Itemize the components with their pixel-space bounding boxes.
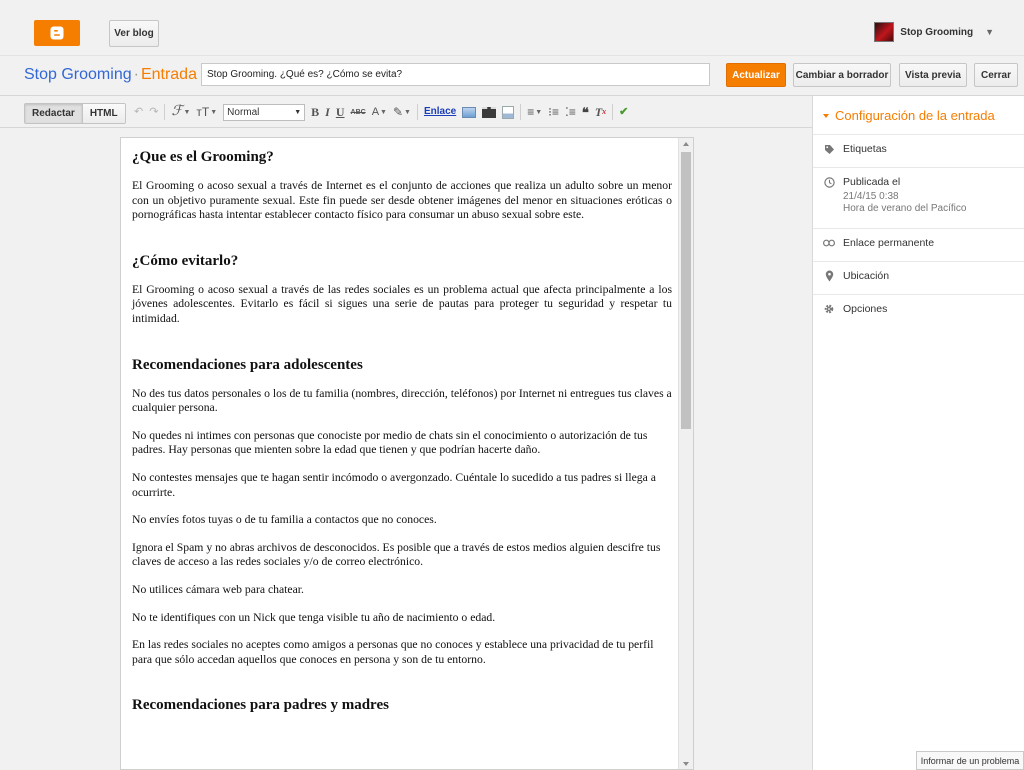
sidebar-item-label: Etiquetas [843,143,887,155]
underline-icon[interactable]: U [336,106,345,118]
heading-how-to-avoid: ¿Cómo evitarlo? [132,252,239,269]
heading-what-is-grooming: ¿Que es el Grooming? [132,149,274,165]
insert-link-button[interactable]: Enlace [424,107,456,117]
blogger-logo-button[interactable] [34,20,80,46]
align-icon[interactable]: ≡ ▼ [527,106,542,118]
blogger-logo-icon [50,26,64,40]
clock-icon [823,176,835,188]
update-button[interactable]: Actualizar [726,63,786,87]
paragraph: El Grooming o acoso sexual a través de l… [132,282,672,325]
top-bar: Ver blog Stop Grooming ▼ [0,0,1024,56]
italic-icon[interactable]: I [325,106,330,118]
view-blog-button[interactable]: Ver blog [109,20,159,47]
insert-image-icon[interactable] [462,106,477,118]
label-tag-icon [823,143,835,155]
published-date: 21/4/15 0:38 [843,191,899,202]
chevron-down-icon: ▼ [294,108,302,116]
post-title-input[interactable] [201,63,710,86]
recommendation-item: En las redes sociales no aceptes como am… [132,638,654,666]
sidebar-item-permalink[interactable]: Enlace permanente [813,228,1024,261]
bold-icon[interactable]: B [311,106,319,118]
recommendation-item: Ignora el Spam y no abras archivos de de… [132,540,661,569]
highlight-color-icon[interactable]: ✎ ▼ [393,106,411,118]
chevron-down-icon: ▼ [985,27,994,37]
spellcheck-icon[interactable]: ✔ [619,106,628,118]
formatting-tools: ↶ ↷ ℱ ▼ тT ▼ Normal ▼ B I U ABC A ▼ ✎ ▼ Enla… [134,100,628,124]
gear-icon [823,303,835,315]
scroll-down-icon[interactable] [683,762,689,766]
report-problem-button[interactable]: Informar de un problema [916,751,1024,770]
strikethrough-icon[interactable]: ABC [351,109,366,116]
sidebar-item-label: Publicada el [843,176,901,188]
sidebar-item-label: Enlace permanente [843,237,935,249]
preview-button[interactable]: Vista previa [899,63,967,87]
editor-mode-tabs: Redactar HTML [24,103,126,124]
paragraph-format-select[interactable]: Normal ▼ [223,103,306,121]
close-button[interactable]: Cerrar [974,63,1018,87]
clear-formatting-icon[interactable]: Tx [595,106,606,118]
toolbar-divider [416,104,418,120]
recommendation-item: No te identifiques con un Nick que tenga… [132,610,496,624]
toolbar-divider [612,104,614,120]
recommendation-item: No contestes mensajes que te hagan senti… [132,470,656,499]
avatar [874,22,895,42]
revert-to-draft-button[interactable]: Cambiar a borrador [793,63,891,87]
paragraph-format-value: Normal [227,106,260,118]
recommendation-item: No utilices cámara web para chatear. [132,582,304,596]
sidebar-item-labels[interactable]: Etiquetas [813,134,1024,167]
sidebar-item-label: Opciones [843,303,888,315]
insert-jump-break-icon[interactable] [502,105,515,119]
blog-name-link[interactable]: Stop Grooming [24,66,132,83]
post-settings-title: Configuración de la entrada [835,108,995,123]
toolbar-divider [520,104,522,120]
scroll-up-icon[interactable] [683,142,689,146]
user-name: Stop Grooming [900,26,974,38]
paragraph: El Grooming o acoso sexual a través de I… [132,179,672,222]
numbered-list-icon[interactable]: ⁝≡ [548,106,559,118]
chevron-down-icon [823,113,829,118]
scrollbar-thumb[interactable] [681,152,691,429]
published-timezone: Hora de verano del Pacífico [843,203,967,214]
account-menu[interactable]: Stop Grooming ▼ [874,22,994,42]
undo-icon[interactable]: ↶ [134,106,143,118]
toolbar-divider [164,104,166,120]
editor-scrollbar[interactable] [678,138,693,769]
text-color-icon[interactable]: A ▼ [372,106,387,118]
link-icon [823,237,835,249]
sidebar-item-location[interactable]: Ubicación [813,261,1024,294]
font-size-icon[interactable]: тT ▼ [196,106,217,118]
recommendation-item: No quedes ni intimes con personas que co… [132,428,648,457]
font-family-icon[interactable]: ℱ ▼ [171,105,190,119]
tab-html[interactable]: HTML [81,104,125,123]
heading-parent-recommendations: Recomendaciones para padres y madres [132,697,389,714]
sidebar-item-options[interactable]: Opciones [813,294,1024,327]
post-settings-sidebar: Configuración de la entrada Etiquetas Pu… [812,96,1024,770]
bullet-list-icon[interactable]: ⁚≡ [565,106,576,118]
post-settings-header[interactable]: Configuración de la entrada [823,108,995,123]
post-body-editor[interactable]: ¿Que es el Grooming? El Grooming o acoso… [120,137,694,770]
page-title: Stop Grooming · Entrada [24,66,197,84]
blockquote-icon[interactable]: ❝ [582,106,589,119]
redo-icon[interactable]: ↷ [149,106,158,118]
heading-teen-recommendations: Recomendaciones para adolescentes [132,356,363,373]
sidebar-item-published[interactable]: Publicada el 21/4/15 0:38 Hora de verano… [813,167,1024,228]
post-body-content[interactable]: ¿Que es el Grooming? El Grooming o acoso… [132,148,672,727]
recommendation-item: No envíes fotos tuyas o de tu familia a … [132,513,437,527]
sidebar-item-label: Ubicación [843,270,890,282]
recommendation-item: No des tus datos personales o los de tu … [132,386,672,415]
post-kind-label: Entrada [140,66,197,83]
location-pin-icon [823,270,835,282]
tab-compose[interactable]: Redactar [25,104,82,123]
insert-video-icon[interactable] [482,106,497,118]
title-separator: · [133,66,139,83]
